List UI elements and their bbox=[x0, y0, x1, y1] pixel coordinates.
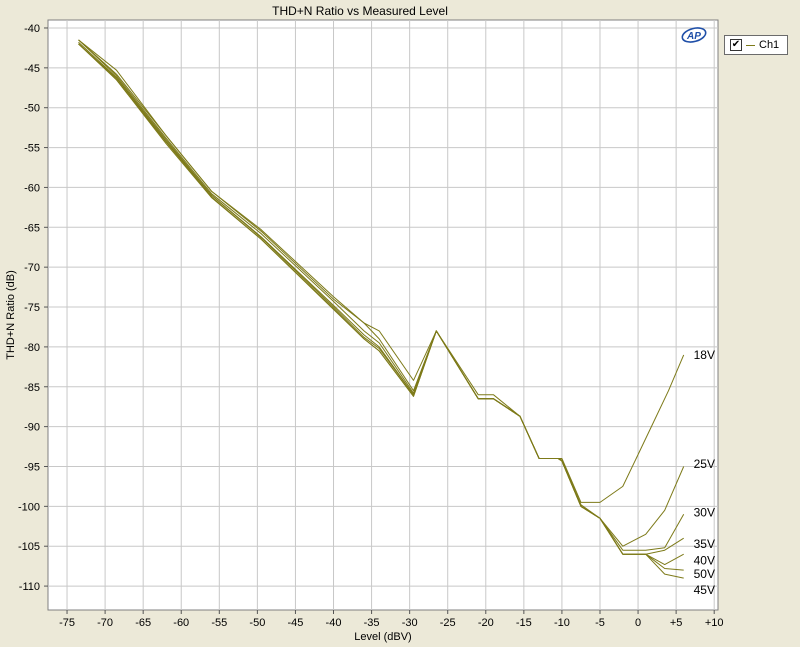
x-tick-label: 0 bbox=[635, 617, 641, 629]
ap-logo-icon: AP bbox=[681, 27, 707, 43]
x-tick-label: -5 bbox=[595, 617, 605, 629]
y-tick-label: -60 bbox=[24, 182, 40, 194]
x-tick-label: +5 bbox=[670, 617, 683, 629]
y-tick-label: -40 bbox=[24, 23, 40, 35]
x-tick-label: -40 bbox=[326, 617, 342, 629]
x-tick-label: -75 bbox=[59, 617, 75, 629]
curve-label-35V: 35V bbox=[694, 537, 715, 551]
x-tick-label: -30 bbox=[402, 617, 418, 629]
y-tick-label: -85 bbox=[24, 382, 40, 394]
y-tick-label: -90 bbox=[24, 422, 40, 434]
x-tick-label: +10 bbox=[705, 617, 724, 629]
ap-logo-text: AP bbox=[686, 31, 701, 42]
curve-label-40V: 40V bbox=[694, 554, 715, 568]
x-tick-label: -60 bbox=[173, 617, 189, 629]
curve-label-30V: 30V bbox=[694, 506, 715, 520]
y-tick-label: -50 bbox=[24, 103, 40, 115]
x-tick-label: -70 bbox=[97, 617, 113, 629]
x-ticks: -75 -70 -65 -60 -55 -50 -45 -40 -35 -30 -25 -20 -15-… bbox=[59, 610, 724, 629]
chart-plot: -75 -70 -65 -60 -55 -50 -45 -40 -35 -30 -25 -20 -15-… bbox=[5, 19, 724, 643]
y-tick-label: -65 bbox=[24, 222, 40, 234]
x-tick-label: -20 bbox=[478, 617, 494, 629]
x-tick-label: -50 bbox=[249, 617, 265, 629]
y-tick-label: -95 bbox=[24, 461, 40, 473]
y-tick-label: -105 bbox=[18, 541, 40, 553]
curve-label-45V: 45V bbox=[694, 583, 715, 597]
curve-label-25V: 25V bbox=[694, 457, 715, 471]
y-tick-label: -100 bbox=[18, 501, 40, 513]
x-tick-label: -25 bbox=[440, 617, 456, 629]
x-axis-label: Level (dBV) bbox=[354, 631, 411, 643]
x-tick-label: -35 bbox=[364, 617, 380, 629]
y-axis-label: THD+N Ratio (dB) bbox=[5, 270, 17, 360]
legend-checkbox[interactable]: ✔ bbox=[730, 39, 742, 51]
legend: ✔ Ch1 bbox=[724, 35, 788, 55]
y-tick-label: -75 bbox=[24, 302, 40, 314]
curve-label-50V: 50V bbox=[694, 567, 715, 581]
y-tick-label: -55 bbox=[24, 143, 40, 155]
y-tick-label: -80 bbox=[24, 342, 40, 354]
curve-label-18V: 18V bbox=[694, 348, 715, 362]
x-tick-label: -45 bbox=[287, 617, 303, 629]
x-tick-label: -55 bbox=[211, 617, 227, 629]
legend-swatch bbox=[746, 44, 755, 46]
x-tick-label: -15 bbox=[516, 617, 532, 629]
y-tick-label: -110 bbox=[19, 581, 40, 593]
plot-area bbox=[47, 19, 719, 611]
y-ticks: -40 -45 -50 -55 -60 -65 -70 -75 -80 -85 -90 -95 -100… bbox=[18, 23, 48, 593]
y-tick-label: -70 bbox=[24, 262, 40, 274]
x-tick-label: -65 bbox=[135, 617, 151, 629]
x-tick-label: -10 bbox=[554, 617, 570, 629]
legend-label: Ch1 bbox=[759, 39, 780, 51]
y-tick-label: -45 bbox=[24, 63, 40, 75]
